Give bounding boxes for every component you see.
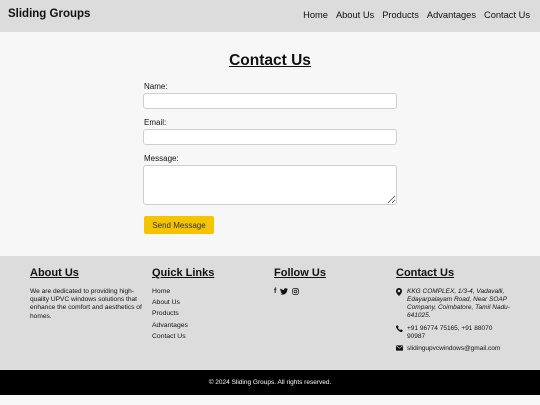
footer-contact-heading: Contact Us — [396, 267, 455, 279]
footer-link-home[interactable]: Home — [152, 288, 267, 295]
footer: About Us We are dedicated to providing h… — [0, 256, 540, 370]
copyright-text: © 2024 Sliding Groups. All rights reserv… — [208, 379, 332, 386]
nav-links: Home About Us Products Advantages Contac… — [303, 10, 530, 20]
nav-link-contact[interactable]: Contact Us — [484, 10, 530, 20]
footer-address: KKG COMPLEX, 1/3-4, Vadavalli, Edayarpal… — [396, 288, 512, 321]
navbar: Sliding Groups Home About Us Products Ad… — [0, 0, 540, 32]
footer-contact: Contact Us KKG COMPLEX, 1/3-4, Vadavalli… — [395, 267, 512, 359]
copyright-bar: © 2024 Sliding Groups. All rights reserv… — [0, 370, 540, 395]
social-icons: f — [274, 288, 389, 297]
name-input[interactable] — [143, 93, 397, 109]
footer-follow: Follow Us f — [274, 267, 389, 297]
nav-link-advantages[interactable]: Advantages — [427, 10, 476, 20]
nav-link-about[interactable]: About Us — [336, 10, 374, 20]
footer-about-text: We are dedicated to providing high-quali… — [30, 288, 142, 320]
email-label: Email: — [144, 118, 167, 127]
contact-section: Contact Us Name: Email: Message: Send Me… — [0, 32, 540, 256]
footer-address-text: KKG COMPLEX, 1/3-4, Vadavalli, Edayarpal… — [407, 288, 510, 320]
footer-link-about[interactable]: About Us — [152, 299, 267, 306]
footer-email: slidingupvcwindows@gmail.com — [396, 345, 512, 355]
footer-link-contact[interactable]: Contact Us — [152, 333, 267, 340]
message-label: Message: — [144, 154, 179, 163]
name-label: Name: — [144, 82, 168, 91]
footer-about-heading: About Us — [30, 267, 79, 279]
footer-phone: +91 96774 75165, +91 88070 90987 — [395, 324, 512, 341]
footer-email-text[interactable]: slidingupvcwindows@gmail.com — [407, 345, 500, 355]
page-title: Contact Us — [229, 52, 311, 69]
facebook-icon[interactable]: f — [274, 288, 276, 297]
envelope-icon — [396, 345, 404, 355]
email-input[interactable] — [143, 129, 397, 145]
instagram-icon[interactable] — [292, 288, 300, 297]
footer-about: About Us We are dedicated to providing h… — [30, 267, 145, 321]
message-textarea[interactable] — [143, 165, 397, 205]
map-marker-icon — [396, 288, 404, 321]
footer-quick-links: Quick Links Home About Us Products Advan… — [152, 267, 267, 344]
nav-link-home[interactable]: Home — [303, 10, 328, 20]
footer-quick-links-heading: Quick Links — [152, 267, 215, 279]
footer-phone-text: +91 96774 75165, +91 88070 90987 — [407, 324, 493, 340]
nav-link-products[interactable]: Products — [382, 10, 419, 20]
footer-link-advantages[interactable]: Advantages — [152, 322, 267, 329]
footer-link-products[interactable]: Products — [152, 310, 267, 317]
twitter-icon[interactable] — [280, 288, 289, 297]
footer-follow-heading: Follow Us — [274, 267, 326, 279]
brand-logo[interactable]: Sliding Groups — [8, 8, 90, 20]
send-message-button[interactable]: Send Message — [144, 216, 214, 234]
phone-icon — [395, 324, 404, 341]
